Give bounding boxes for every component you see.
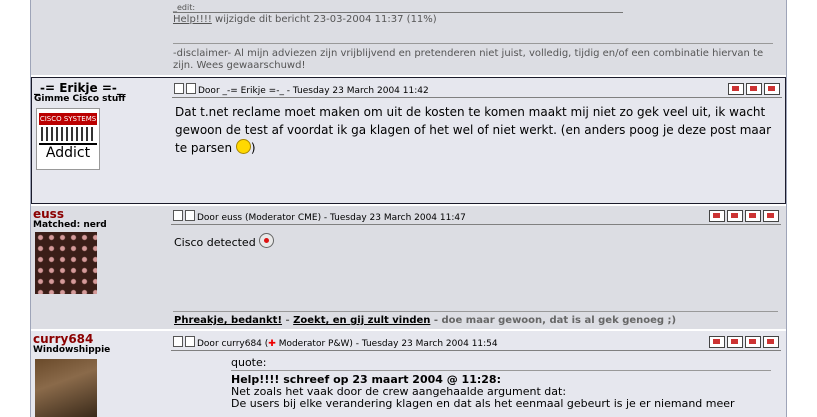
sig-tail: - doe maar gewoon, dat is al gek genoeg …: [430, 315, 677, 326]
disclaimer: -disclaimer- Al mijn adviezen zijn vrijb…: [173, 48, 764, 71]
user-title: Windowshippie: [33, 345, 111, 355]
post-meta-post: Moderator P&W) - Tuesday 23 March 2004 1…: [275, 339, 498, 349]
report-icon[interactable]: [709, 336, 725, 348]
quote-reply-icon[interactable]: [745, 336, 761, 348]
user-title: Matched: nerd: [33, 220, 107, 230]
edit-label: _edit:: [173, 3, 623, 13]
post-icon: [186, 83, 196, 94]
post-text: Dat t.net reclame moet maken om uit de k…: [175, 105, 772, 155]
avatar: [35, 359, 97, 417]
user-title: Gimme Cisco stuff: [34, 94, 126, 104]
post-tools: [707, 336, 779, 351]
post-meta: Door euss (Moderator CME) - Tuesday 23 M…: [197, 213, 466, 223]
moderator-cross-icon: ✚: [268, 339, 276, 349]
close-paren: ): [250, 141, 256, 155]
post-1: _edit: Help!!!! wijzigde dit bericht 23-…: [31, 0, 786, 75]
post-body: Dat t.net reclame moet maken om uit de k…: [175, 103, 780, 157]
reply-icon[interactable]: [727, 336, 743, 348]
reply-icon[interactable]: [746, 83, 762, 95]
quote-block: quote: Help!!!! schreef op 23 maart 2004…: [231, 357, 771, 410]
report-icon[interactable]: [709, 210, 725, 222]
quote-label: quote:: [231, 357, 771, 371]
post-icon: [185, 210, 195, 221]
avatar: [35, 232, 97, 294]
home-icon[interactable]: [763, 336, 779, 348]
avatar-caption: Addict: [39, 143, 97, 161]
forum-thread: _edit: Help!!!! wijzigde dit bericht 23-…: [30, 0, 787, 417]
quote-icon[interactable]: [174, 83, 184, 94]
post-header: Door _-= Erikje =-_ - Tuesday 23 March 2…: [172, 81, 782, 98]
avatar-logo-text: CISCO SYSTEMS: [39, 113, 97, 125]
username[interactable]: euss: [33, 207, 64, 221]
signature-divider: [173, 43, 773, 44]
edit-text: wijzigde dit bericht 23-03-2004 11:37 (1…: [215, 14, 437, 25]
quote-reply-icon[interactable]: [745, 210, 761, 222]
post-4: curry684 Windowshippie Door curry684 (✚ …: [31, 331, 786, 417]
quote-reply-icon[interactable]: [764, 83, 780, 95]
quote-icon[interactable]: [173, 210, 183, 221]
robot-icon: [259, 233, 275, 248]
post-2: _-= Erikje =-_ Gimme Cisco stuff CISCO S…: [31, 77, 786, 204]
post-header: Door euss (Moderator CME) - Tuesday 23 M…: [171, 208, 781, 225]
signature-divider: [173, 311, 778, 312]
signature: Phreakje, bedankt! - Zoekt, en gij zult …: [174, 315, 676, 326]
quote-icon[interactable]: [173, 336, 183, 347]
quote-line-2: De users bij elke verandering klagen en …: [231, 397, 735, 410]
sig-sep: -: [282, 315, 294, 326]
home-icon[interactable]: [763, 210, 779, 222]
report-icon[interactable]: [728, 83, 744, 95]
post-header: Door curry684 (✚ Moderator P&W) - Tuesda…: [171, 334, 781, 351]
avatar-bars: [41, 127, 95, 141]
post-3: euss Matched: nerd Door euss (Moderator …: [31, 206, 786, 329]
sig-link-phreakje[interactable]: Phreakje, bedankt!: [174, 315, 282, 326]
edit-notice: Help!!!! wijzigde dit bericht 23-03-2004…: [173, 14, 437, 25]
post-meta-pre: Door curry684 (: [197, 339, 269, 349]
reply-icon[interactable]: [727, 210, 743, 222]
edit-user-link[interactable]: Help!!!!: [173, 14, 212, 25]
post-tools: [707, 210, 779, 225]
post-text: Cisco detected: [174, 236, 256, 249]
post-meta: Door _-= Erikje =-_ - Tuesday 23 March 2…: [198, 86, 429, 96]
post-body: Cisco detected: [174, 233, 779, 252]
username[interactable]: curry684: [33, 332, 93, 346]
avatar: CISCO SYSTEMS Addict: [36, 108, 100, 170]
sig-link-zoekt[interactable]: Zoekt, en gij zult vinden: [293, 315, 430, 326]
username[interactable]: _-= Erikje =-_: [34, 81, 123, 95]
post-icon: [185, 336, 195, 347]
smile-icon: [235, 139, 251, 154]
post-tools: [726, 83, 780, 98]
